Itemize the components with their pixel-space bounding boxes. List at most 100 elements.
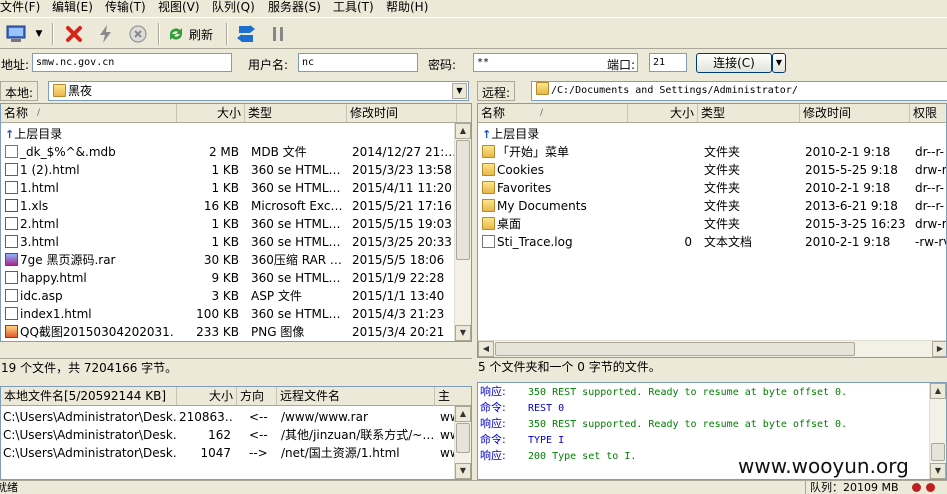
column-size[interactable]: 大小 <box>628 104 698 122</box>
file-type: 文件夹 <box>704 145 741 159</box>
file-row[interactable]: 2.html 1 KB 360 se HTML… 2015/5/15 19:03 <box>1 215 454 233</box>
scroll-up-icon[interactable]: ▲ <box>455 123 471 139</box>
file-size <box>628 215 694 233</box>
menu-help[interactable]: 帮助(H) <box>382 0 432 16</box>
file-row[interactable]: QQ截图20150304202031… 233 KB PNG 图像 2015/3/4 … <box>1 323 454 341</box>
queue-row[interactable]: C:\Users\Administrator\Desk… 210863… <-- /w… <box>1 408 456 426</box>
log-vertical-scrollbar[interactable]: ▲ ▼ <box>929 383 946 479</box>
refresh-button[interactable]: 刷新 <box>166 22 218 46</box>
column-local-file[interactable]: 本地文件名[5/20592144 KB] <box>1 387 177 405</box>
disconnect-button[interactable] <box>62 22 86 46</box>
file-row[interactable]: Sti_Trace.log 0 文本文档 2010-2-1 9:18 -rw-rv <box>478 233 946 251</box>
port-input[interactable]: 21 <box>649 53 687 72</box>
scroll-up-icon[interactable]: ▲ <box>930 383 946 399</box>
connect-dropdown[interactable]: ▼ <box>772 53 786 73</box>
column-type[interactable]: 类型 <box>698 104 800 122</box>
file-row[interactable]: idc.asp 3 KB ASP 文件 2015/1/1 13:40 <box>1 287 454 305</box>
file-row[interactable]: Cookies 文件夹 2015-5-25 9:18 drw-rv <box>478 161 946 179</box>
host-input[interactable]: smw.nc.gov.cn <box>32 53 232 72</box>
scroll-down-icon[interactable]: ▼ <box>930 463 946 479</box>
scroll-down-icon[interactable]: ▼ <box>455 325 471 341</box>
scroll-left-icon[interactable]: ◀ <box>478 341 494 357</box>
file-type: 文本文档 <box>704 235 753 249</box>
file-size: 30 KB <box>203 253 239 267</box>
file-row[interactable]: 1.xls 16 KB Microsoft Exc… 2015/5/21 17:16 <box>1 197 454 215</box>
file-type: 文件夹 <box>704 181 741 195</box>
file-row[interactable]: Favorites 文件夹 2010-2-1 9:18 dr--r- <box>478 179 946 197</box>
column-host[interactable]: 主 <box>435 387 471 405</box>
file-modified: 2015/5/5 18:06 <box>352 253 445 267</box>
menu-file[interactable]: 文件(F) <box>0 0 44 16</box>
toolbar: ▼ 刷新 <box>0 17 947 49</box>
file-name-cell: Sti_Trace.log <box>480 233 628 251</box>
file-row[interactable]: happy.html 9 KB 360 se HTML… 2015/1/9 22:28 <box>1 269 454 287</box>
log-line: 命令: TYPE I <box>480 432 928 448</box>
site-manager-dropdown[interactable]: ▼ <box>32 22 46 46</box>
local-list-header: 名称 / 大小 类型 修改时间 <box>1 104 471 123</box>
file-row[interactable]: 1 (2).html 1 KB 360 se HTML… 2015/3/23 13:5… <box>1 161 454 179</box>
file-row[interactable]: index1.html 100 KB 360 se HTML… 2015/4/3 21… <box>1 305 454 323</box>
local-status: 19 个文件，共 7204166 字节。 <box>0 358 472 378</box>
pause-button[interactable] <box>266 22 290 46</box>
column-name[interactable]: 名称 / <box>1 104 177 122</box>
column-direction[interactable]: 方向 <box>237 387 277 405</box>
site-manager-button[interactable] <box>4 22 28 46</box>
column-type[interactable]: 类型 <box>245 104 347 122</box>
file-modified: 2014/12/27 21:… <box>352 145 454 159</box>
scroll-up-icon[interactable]: ▲ <box>455 406 471 422</box>
scroll-thumb[interactable] <box>495 342 855 356</box>
scroll-down-icon[interactable]: ▼ <box>455 463 471 479</box>
queue-size: 1047 <box>200 446 231 460</box>
reconnect-button[interactable] <box>94 22 118 46</box>
close-icon <box>66 26 82 42</box>
local-vertical-scrollbar[interactable]: ▲ ▼ <box>454 123 471 341</box>
file-size <box>628 179 694 197</box>
folder-icon <box>536 82 549 95</box>
file-name-cell: 2.html <box>3 215 175 233</box>
scroll-thumb[interactable] <box>931 443 945 461</box>
scroll-right-icon[interactable]: ▶ <box>932 341 946 357</box>
file-name-cell: 3.html <box>3 233 175 251</box>
menu-view[interactable]: 视图(V) <box>154 0 204 16</box>
queue-row[interactable]: C:\Users\Administrator\Desk… 1047 --> /net/… <box>1 444 456 462</box>
menu-server[interactable]: 服务器(S) <box>264 0 325 16</box>
menu-tools[interactable]: 工具(T) <box>329 0 378 16</box>
file-modified: 2015-3-25 16:23 <box>805 217 906 231</box>
column-modified[interactable]: 修改时间 <box>347 104 457 122</box>
file-row[interactable]: 3.html 1 KB 360 se HTML… 2015/3/25 20:33 <box>1 233 454 251</box>
scroll-thumb[interactable] <box>456 140 470 260</box>
chevron-down-icon[interactable]: ▼ <box>452 83 467 99</box>
user-input[interactable]: nc <box>298 53 418 72</box>
file-name: _dk_$%^&.mdb <box>20 145 116 159</box>
queue-row[interactable]: C:\Users\Administrator\Desk… 162 <-- /其他/ji… <box>1 426 456 444</box>
file-modified: 2015-5-25 9:18 <box>805 163 898 177</box>
transfer-button[interactable] <box>234 22 258 46</box>
cancel-button[interactable] <box>126 22 150 46</box>
column-size[interactable]: 大小 <box>177 387 237 405</box>
file-row[interactable]: 7ge 黑页源码.rar 30 KB 360压缩 RAR … 2015/5/5 18:… <box>1 251 454 269</box>
file-name: 1 (2).html <box>20 163 80 177</box>
local-path-combo[interactable]: 黑夜 ▼ <box>48 81 469 101</box>
file-row[interactable]: 「开始」菜单 文件夹 2010-2-1 9:18 dr--r- <box>478 143 946 161</box>
column-permissions[interactable]: 权限 <box>910 104 946 122</box>
remote-horizontal-scrollbar[interactable]: ◀ ▶ <box>478 340 946 357</box>
remote-path-combo[interactable]: /C:/Documents and Settings/Administrator… <box>531 81 947 101</box>
png-icon <box>5 325 18 338</box>
file-row[interactable]: 1.html 1 KB 360 se HTML… 2015/4/11 11:20 <box>1 179 454 197</box>
menu-edit[interactable]: 编辑(E) <box>48 0 97 16</box>
file-name: My Documents <box>497 199 587 213</box>
menu-transfer[interactable]: 传输(T) <box>101 0 150 16</box>
column-name[interactable]: 名称 / <box>478 104 628 122</box>
column-remote-file[interactable]: 远程文件名 <box>277 387 435 405</box>
file-row[interactable]: 桌面 文件夹 2015-3-25 16:23 drw-rv <box>478 215 946 233</box>
file-row[interactable]: _dk_$%^&.mdb 2 MB MDB 文件 2014/12/27 21:… <box>1 143 454 161</box>
connect-button[interactable]: 连接(C) <box>696 53 772 73</box>
file-row[interactable]: My Documents 文件夹 2013-6-21 9:18 dr--r- <box>478 197 946 215</box>
scroll-thumb[interactable] <box>456 423 470 453</box>
queue-vertical-scrollbar[interactable]: ▲ ▼ <box>454 406 471 479</box>
column-modified[interactable]: 修改时间 <box>800 104 910 122</box>
column-size[interactable]: 大小 <box>177 104 245 122</box>
queue-direction: <-- <box>249 410 268 424</box>
file-name: 1.xls <box>20 199 49 213</box>
menu-queue[interactable]: 队列(Q) <box>208 0 259 16</box>
